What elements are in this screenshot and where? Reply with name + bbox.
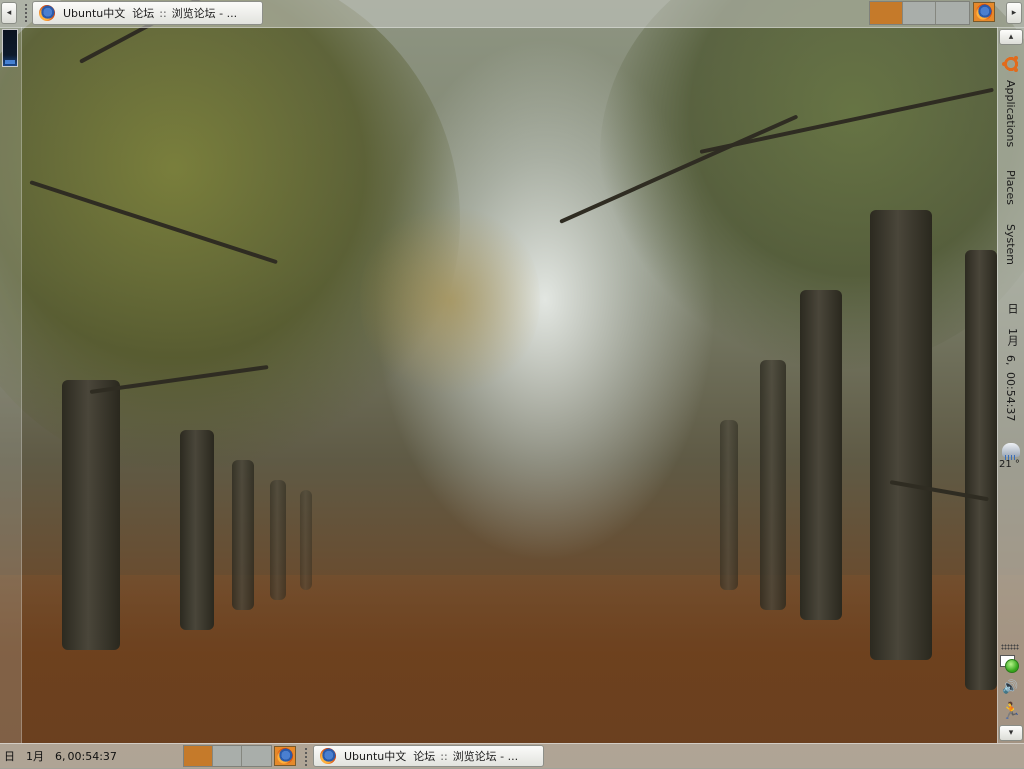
wallpaper-tree-trunk [720,420,738,590]
bottom-clock-day: 6, [55,750,66,763]
wallpaper-tree-trunk [62,380,120,650]
network-connected-indicator [1005,659,1019,673]
wallpaper-tree-trunk [800,290,842,620]
bottom-clock-time: 00:54:37 [67,750,117,763]
left-panel [0,27,22,743]
panel-scroll-up-arrow[interactable]: ▴ [999,29,1023,45]
menu-system[interactable]: System [1004,224,1017,265]
firefox-icon [320,748,336,764]
window-title-part1: 论坛 [132,7,155,20]
wallpaper-leaves [360,200,540,400]
panel-scroll-left-arrow[interactable]: ◂ [1,2,17,24]
bottom-workspace-window-thumbnail[interactable] [274,746,296,766]
chevron-right-icon: ▸ [1011,8,1017,18]
right-clock-weekday[interactable]: 日 [1004,303,1020,314]
tray-drag-handle[interactable] [1001,644,1019,650]
window-title-separator: :: [159,6,167,20]
right-clock-month[interactable]: 1月 [1004,328,1020,346]
taskbar-window-button[interactable]: Ubuntu中文 论坛 :: 浏览论坛 - ... [32,1,263,25]
right-clock-day[interactable]: 6, [1004,355,1017,366]
wallpaper-tree-trunk [870,210,932,660]
chevron-down-icon: ▾ [1008,728,1014,738]
wallpaper-tree-trunk [760,360,786,610]
wallpaper-tree-trunk [232,460,254,610]
top-panel: ◂ Ubuntu中文 论坛 :: 浏览论坛 - ... ▸ [0,0,1024,28]
bottom-workspace-3[interactable] [242,746,271,766]
firefox-icon [976,4,992,20]
minimized-window-thumbnail[interactable] [2,29,18,67]
workspace-3[interactable] [936,2,969,24]
bottom-workspace-2[interactable] [213,746,242,766]
bottom-window-title-part1: 论坛 [413,750,436,763]
panel-scroll-right-arrow[interactable]: ▸ [1006,2,1022,24]
ubuntu-logo-icon[interactable] [1002,55,1020,73]
bottom-window-title-part2: 浏览论坛 - ... [452,750,519,763]
bottom-window-title-app: Ubuntu中文 [344,750,407,763]
bottom-clock-month: 1月 [26,750,44,763]
bottom-window-title-separator: :: [440,749,448,763]
menu-places[interactable]: Places [1004,170,1017,205]
firefox-icon [277,748,293,764]
firefox-icon [39,5,55,21]
bottom-clock[interactable]: 日 1月 6, 00:54:37 [4,748,128,764]
bottom-clock-weekday: 日 [4,750,15,763]
chevron-left-icon: ◂ [6,8,12,18]
panel-drag-handle[interactable] [24,3,28,23]
bottom-workspace-1[interactable] [184,746,213,766]
desktop-wallpaper [0,0,1024,768]
running-man-icon[interactable]: 🏃 [1001,700,1021,722]
workspace-1[interactable] [870,2,903,24]
workspace-2[interactable] [903,2,936,24]
wallpaper-tree-trunk [965,250,997,690]
workspace-switcher [869,1,970,25]
network-status-icon[interactable] [1000,655,1020,673]
wallpaper-tree-trunk [300,490,312,590]
bottom-taskbar-window-button[interactable]: Ubuntu中文 论坛 :: 浏览论坛 - ... [313,745,544,767]
volume-icon[interactable]: 🔊 [1002,680,1020,696]
right-clock-time[interactable]: 00:54:37 [1004,372,1017,421]
panel-scroll-down-arrow[interactable]: ▾ [999,725,1023,741]
menu-applications[interactable]: Applications [1004,80,1017,147]
chevron-up-icon: ▴ [1008,32,1014,42]
wallpaper-tree-trunk [180,430,214,630]
bottom-workspace-switcher [183,745,272,767]
workspace-window-thumbnail[interactable] [973,2,995,22]
bottom-panel-drag-handle[interactable] [304,747,308,767]
weather-temperature: 21 ° [999,459,1020,470]
window-title-part2: 浏览论坛 - ... [171,7,238,20]
window-title-app: Ubuntu中文 [63,7,126,20]
weather-rain-icon[interactable] [1002,443,1020,460]
wallpaper-tree-trunk [270,480,286,600]
